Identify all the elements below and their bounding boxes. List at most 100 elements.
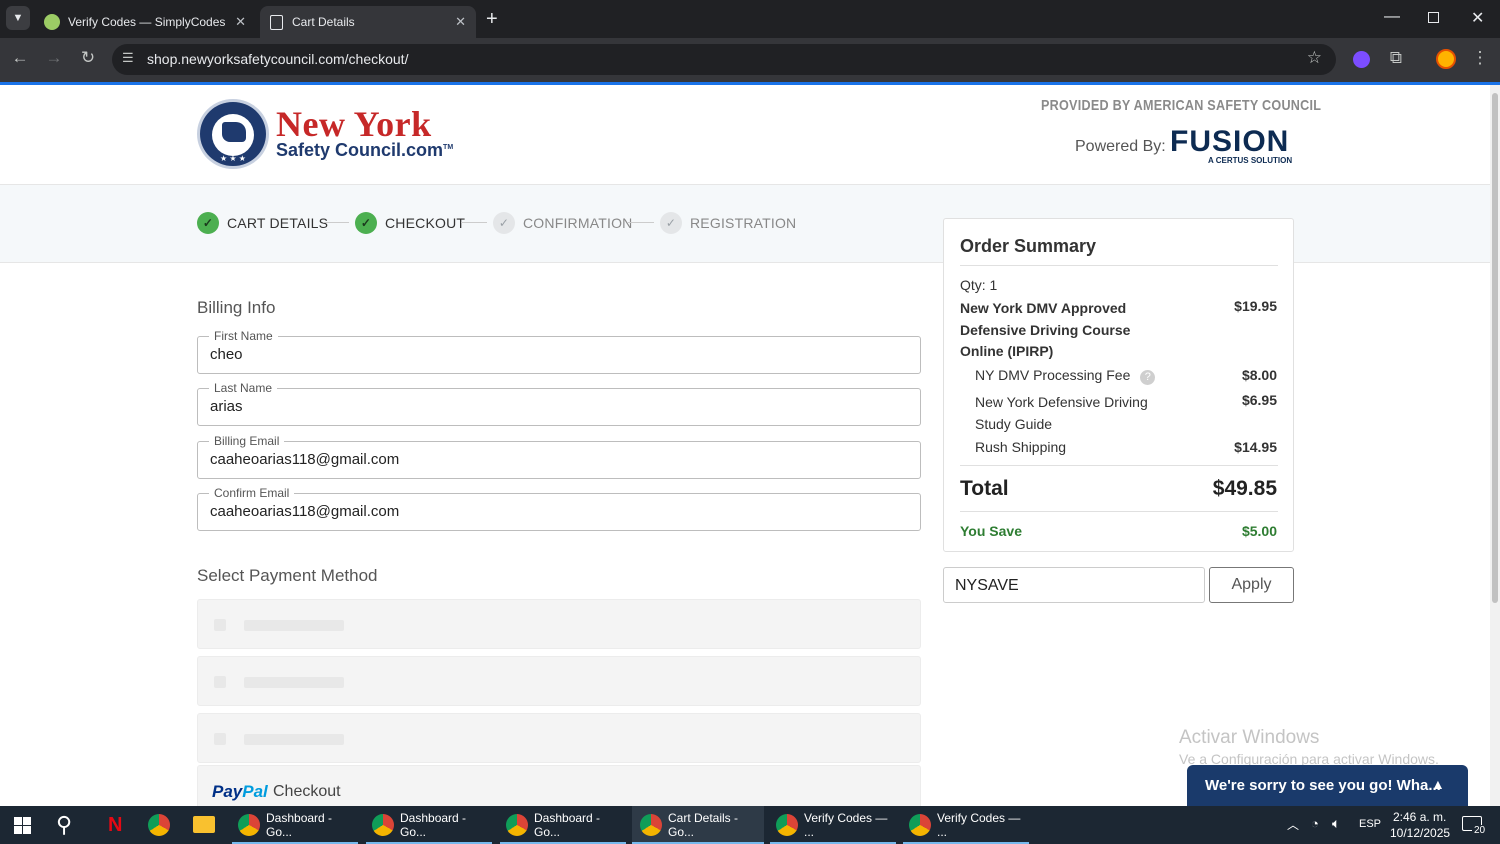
netflix-icon[interactable]: N — [108, 814, 122, 837]
chevron-up-icon[interactable]: ▲ — [1431, 776, 1445, 792]
check-icon: ✓ — [493, 212, 515, 234]
payment-option-placeholder[interactable] — [197, 599, 921, 649]
tab-cart-details[interactable]: Cart Details ✕ — [260, 6, 476, 38]
field-label: Last Name — [209, 381, 278, 395]
field-value[interactable]: arias — [210, 398, 243, 415]
close-tab-icon[interactable]: ✕ — [455, 14, 466, 30]
first-name-field[interactable]: First Name cheo — [197, 329, 921, 374]
search-icon[interactable]: ⚲ — [56, 812, 72, 838]
step-confirmation: ✓ CONFIRMATION — [493, 212, 632, 234]
close-window-button[interactable]: ✕ — [1471, 8, 1484, 28]
field-label: Billing Email — [209, 434, 285, 448]
field-label: Confirm Email — [209, 486, 295, 500]
paypal-logo: PayPal — [212, 782, 268, 801]
field-value[interactable]: cheo — [210, 346, 243, 363]
extensions-puzzle-icon[interactable]: ⧉ — [1384, 48, 1408, 68]
certus-tagline: A CERTUS SOLUTION — [1208, 156, 1293, 165]
apply-coupon-button[interactable]: Apply — [1209, 567, 1294, 603]
volume-icon[interactable]: 🔈︎ — [1332, 815, 1340, 832]
fusion-logo: FUSION — [1170, 125, 1290, 158]
step-connector — [628, 222, 654, 223]
profile-avatar[interactable] — [1436, 49, 1456, 69]
clock-date[interactable]: 10/12/2025 — [1390, 826, 1450, 840]
step-checkout[interactable]: ✓ CHECKOUT — [355, 212, 465, 234]
file-explorer-icon[interactable] — [193, 816, 215, 833]
total-label: Total — [960, 477, 1009, 500]
billing-info-title: Billing Info — [197, 298, 276, 317]
chrome-icon — [372, 814, 394, 836]
back-icon[interactable]: ← — [8, 48, 32, 68]
brand-name-line2: Safety Council.comTM — [276, 140, 454, 160]
chrome-icon — [506, 814, 528, 836]
step-cart-details[interactable]: ✓ CART DETAILS — [197, 212, 328, 234]
taskbar-app-verify-codes-1[interactable]: Verify Codes — ... — [770, 806, 896, 844]
paypal-checkout-option[interactable]: PayPal Checkout — [197, 765, 921, 806]
show-hidden-icons-chevron-up-icon[interactable]: ︿ — [1287, 816, 1299, 833]
browser-menu-icon[interactable]: ⋮ — [1468, 48, 1492, 68]
extension-purple-icon[interactable] — [1353, 51, 1370, 68]
language-indicator[interactable]: ESP — [1359, 818, 1381, 830]
taskbar-app-dashboard-3[interactable]: Dashboard - Go... — [500, 806, 626, 844]
you-save-price: $5.00 — [1241, 523, 1277, 539]
paypal-checkout-label: Checkout — [273, 783, 341, 800]
payment-option-placeholder[interactable] — [197, 713, 921, 763]
taskbar-app-verify-codes-2[interactable]: Verify Codes — ... — [903, 806, 1029, 844]
simplycodes-favicon-icon — [44, 14, 60, 30]
windows-taskbar: ⚲ N Dashboard - Go... Dashboard - Go... … — [0, 806, 1500, 844]
page-scrollbar[interactable] — [1490, 85, 1500, 806]
new-tab-button[interactable]: + — [486, 8, 498, 31]
close-tab-icon[interactable]: ✕ — [235, 14, 246, 30]
step-connector — [323, 222, 349, 223]
confirm-email-field[interactable]: Confirm Email caaheoarias118@gmail.com — [197, 486, 921, 531]
minimize-button[interactable]: — — [1384, 8, 1400, 26]
field-label: First Name — [209, 329, 278, 343]
powered-by-text: Powered By: — [1075, 138, 1166, 155]
last-name-field[interactable]: Last Name arias — [197, 381, 921, 426]
chrome-icon — [909, 814, 931, 836]
course-name: New York DMV Approved Defensive Driving … — [960, 300, 1131, 359]
chrome-icon — [640, 814, 662, 836]
url-text: shop.newyorksafetycouncil.com/checkout/ — [147, 51, 409, 67]
order-summary-panel: Order Summary Qty: 1 New York DMV Approv… — [943, 218, 1294, 552]
chat-popup-text: We're sorry to see you go! Wha... — [1205, 777, 1441, 794]
tab-verify-codes[interactable]: Verify Codes — SimplyCodes ✕ — [34, 6, 256, 38]
step-registration: ✓ REGISTRATION — [660, 212, 796, 234]
check-icon: ✓ — [197, 212, 219, 234]
taskbar-app-cart-details[interactable]: Cart Details - Go... — [632, 806, 764, 844]
divider — [960, 265, 1278, 266]
windows-start-icon[interactable] — [14, 817, 31, 834]
site-settings-icon[interactable]: ☰ — [122, 50, 134, 66]
bookmark-star-icon[interactable]: ☆ — [1307, 48, 1322, 68]
tab-title: Verify Codes — SimplyCodes — [68, 15, 226, 29]
coupon-value: NYSAVE — [955, 577, 1019, 594]
web-page: ★ ★ ★ New York Safety Council.comTM PROV… — [0, 85, 1490, 806]
document-favicon-icon — [270, 14, 283, 30]
help-icon[interactable]: ? — [1140, 370, 1156, 385]
restore-button[interactable] — [1428, 12, 1439, 23]
nysc-seal-logo[interactable]: ★ ★ ★ — [197, 99, 269, 169]
taskbar-app-dashboard-2[interactable]: Dashboard - Go... — [366, 806, 492, 844]
reload-icon[interactable]: ↻ — [76, 48, 100, 68]
taskbar-app-dashboard-1[interactable]: Dashboard - Go... — [232, 806, 358, 844]
course-price: $19.95 — [1234, 298, 1277, 314]
coupon-input[interactable]: NYSAVE — [943, 567, 1205, 603]
address-bar[interactable]: ☰ shop.newyorksafetycouncil.com/checkout… — [112, 44, 1336, 75]
chat-popup[interactable]: We're sorry to see you go! Wha... ▲ — [1187, 765, 1468, 806]
brand-name-line1: New York — [276, 104, 432, 144]
check-icon: ✓ — [355, 212, 377, 234]
activate-windows-title: Activar Windows — [1179, 727, 1320, 748]
wifi-icon[interactable]: ◔ — [1311, 816, 1319, 831]
clock-time[interactable]: 2:46 a. m. — [1393, 810, 1446, 824]
billing-email-field[interactable]: Billing Email caaheoarias118@gmail.com — [197, 434, 921, 479]
browser-tab-bar: ▼ Verify Codes — SimplyCodes ✕ Cart Deta… — [0, 0, 1500, 38]
field-value[interactable]: caaheoarias118@gmail.com — [210, 451, 399, 468]
payment-option-placeholder[interactable] — [197, 656, 921, 706]
divider — [960, 465, 1278, 466]
study-guide-price: $6.95 — [1241, 392, 1277, 408]
field-value[interactable]: caaheoarias118@gmail.com — [210, 503, 399, 520]
notification-count-badge: 20 — [1472, 825, 1488, 836]
chrome-icon[interactable] — [148, 814, 170, 836]
provided-by-text: PROVIDED BY AMERICAN SAFETY COUNCIL — [1041, 97, 1322, 114]
forward-icon[interactable]: → — [42, 48, 66, 68]
tab-search-button[interactable]: ▼ — [6, 6, 30, 30]
